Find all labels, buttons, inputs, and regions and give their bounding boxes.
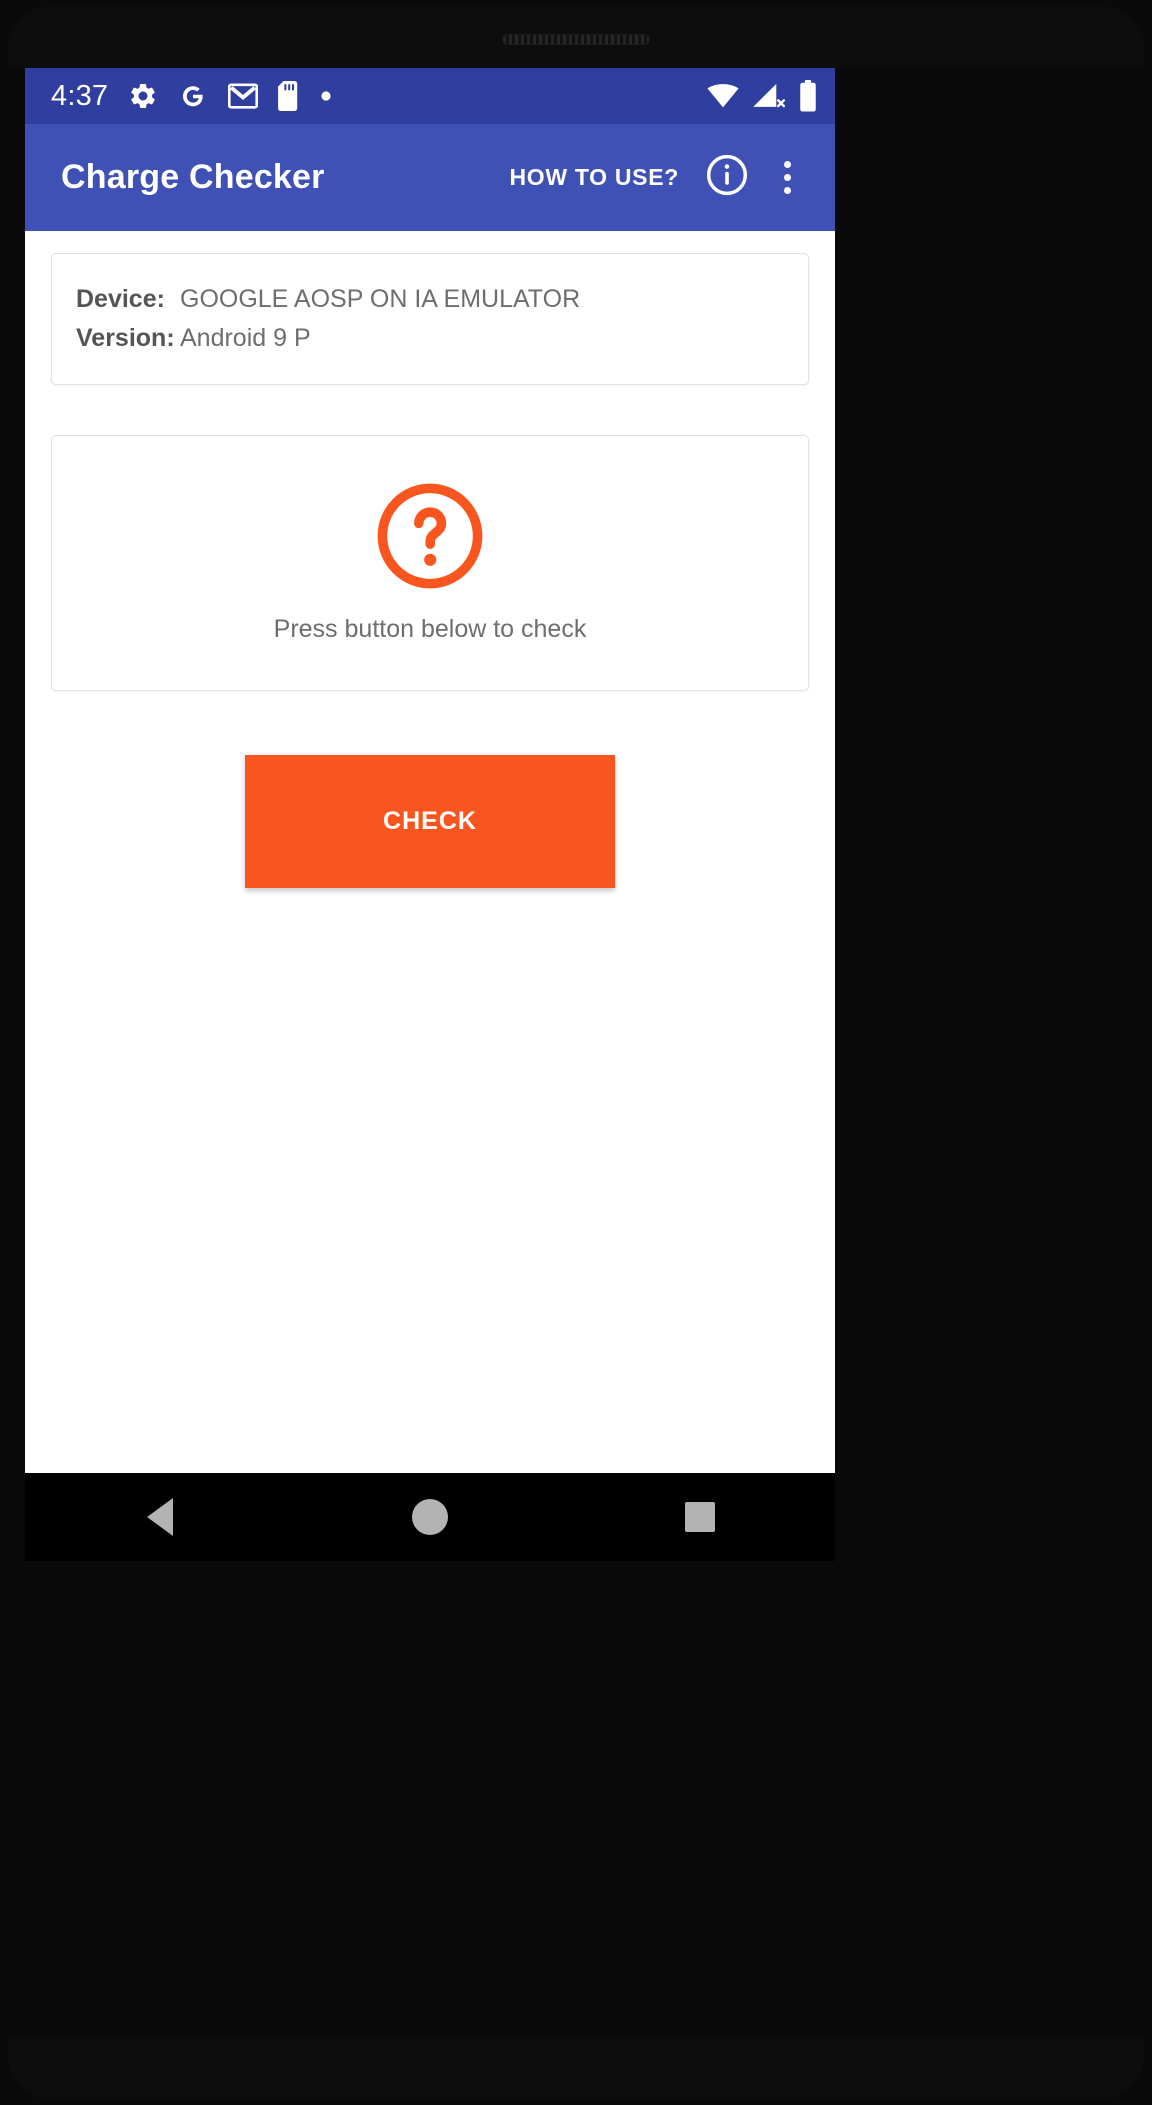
app-bar: Charge Checker HOW TO USE? [25,124,835,231]
recents-square-icon [685,1502,715,1532]
overflow-menu-button[interactable] [761,161,813,194]
info-button[interactable] [693,153,761,202]
info-circle-icon [705,153,749,202]
main-content: Device: GOOGLE AOSP ON IA EMULATOR Versi… [25,231,835,1473]
check-button[interactable]: CHECK [245,755,615,888]
phone-screen: 4:37 Charge Checker HOW TO USE? Device: … [25,68,835,1473]
device-frame: 4:37 Charge Checker HOW TO USE? Device: … [0,0,1152,2105]
sd-card-icon [278,81,300,111]
check-status-card: Press button below to check [51,435,809,691]
overflow-menu-icon [783,187,791,194]
version-row: Version: Android 9 P [62,319,798,358]
wifi-icon [707,83,739,109]
version-label: Version: [76,324,175,352]
settings-gear-icon [128,81,158,111]
home-circle-icon [412,1499,448,1535]
google-g-icon [178,81,208,111]
nav-back-button[interactable] [100,1473,220,1561]
device-row: Device: GOOGLE AOSP ON IA EMULATOR [62,280,798,319]
status-bar-left-group: 4:37 [51,81,707,111]
overflow-menu-icon [783,174,791,181]
back-triangle-icon [147,1498,173,1536]
device-value: GOOGLE AOSP ON IA EMULATOR [180,285,581,313]
device-bezel-top [8,6,1144,68]
how-to-use-button[interactable]: HOW TO USE? [495,154,693,201]
status-message: Press button below to check [273,615,587,643]
page-title: Charge Checker [61,158,325,196]
version-value: Android 9 P [180,324,311,352]
android-navigation-bar [25,1473,835,1561]
overflow-menu-icon [783,161,791,168]
cellular-signal-off-icon [752,83,786,109]
question-mark-circle-icon [374,480,486,597]
status-bar: 4:37 [25,68,835,124]
status-bar-right-group [707,80,817,112]
nav-home-button[interactable] [370,1473,490,1561]
status-bar-clock: 4:37 [51,79,109,112]
device-label: Device: [76,285,165,313]
device-info-card: Device: GOOGLE AOSP ON IA EMULATOR Versi… [51,253,809,385]
battery-icon [799,80,817,112]
earpiece-speaker-grille [502,34,650,45]
nav-recents-button[interactable] [640,1473,760,1561]
dot-icon [320,90,332,102]
device-bezel-bottom [8,2037,1144,2099]
gmail-icon [228,83,259,109]
